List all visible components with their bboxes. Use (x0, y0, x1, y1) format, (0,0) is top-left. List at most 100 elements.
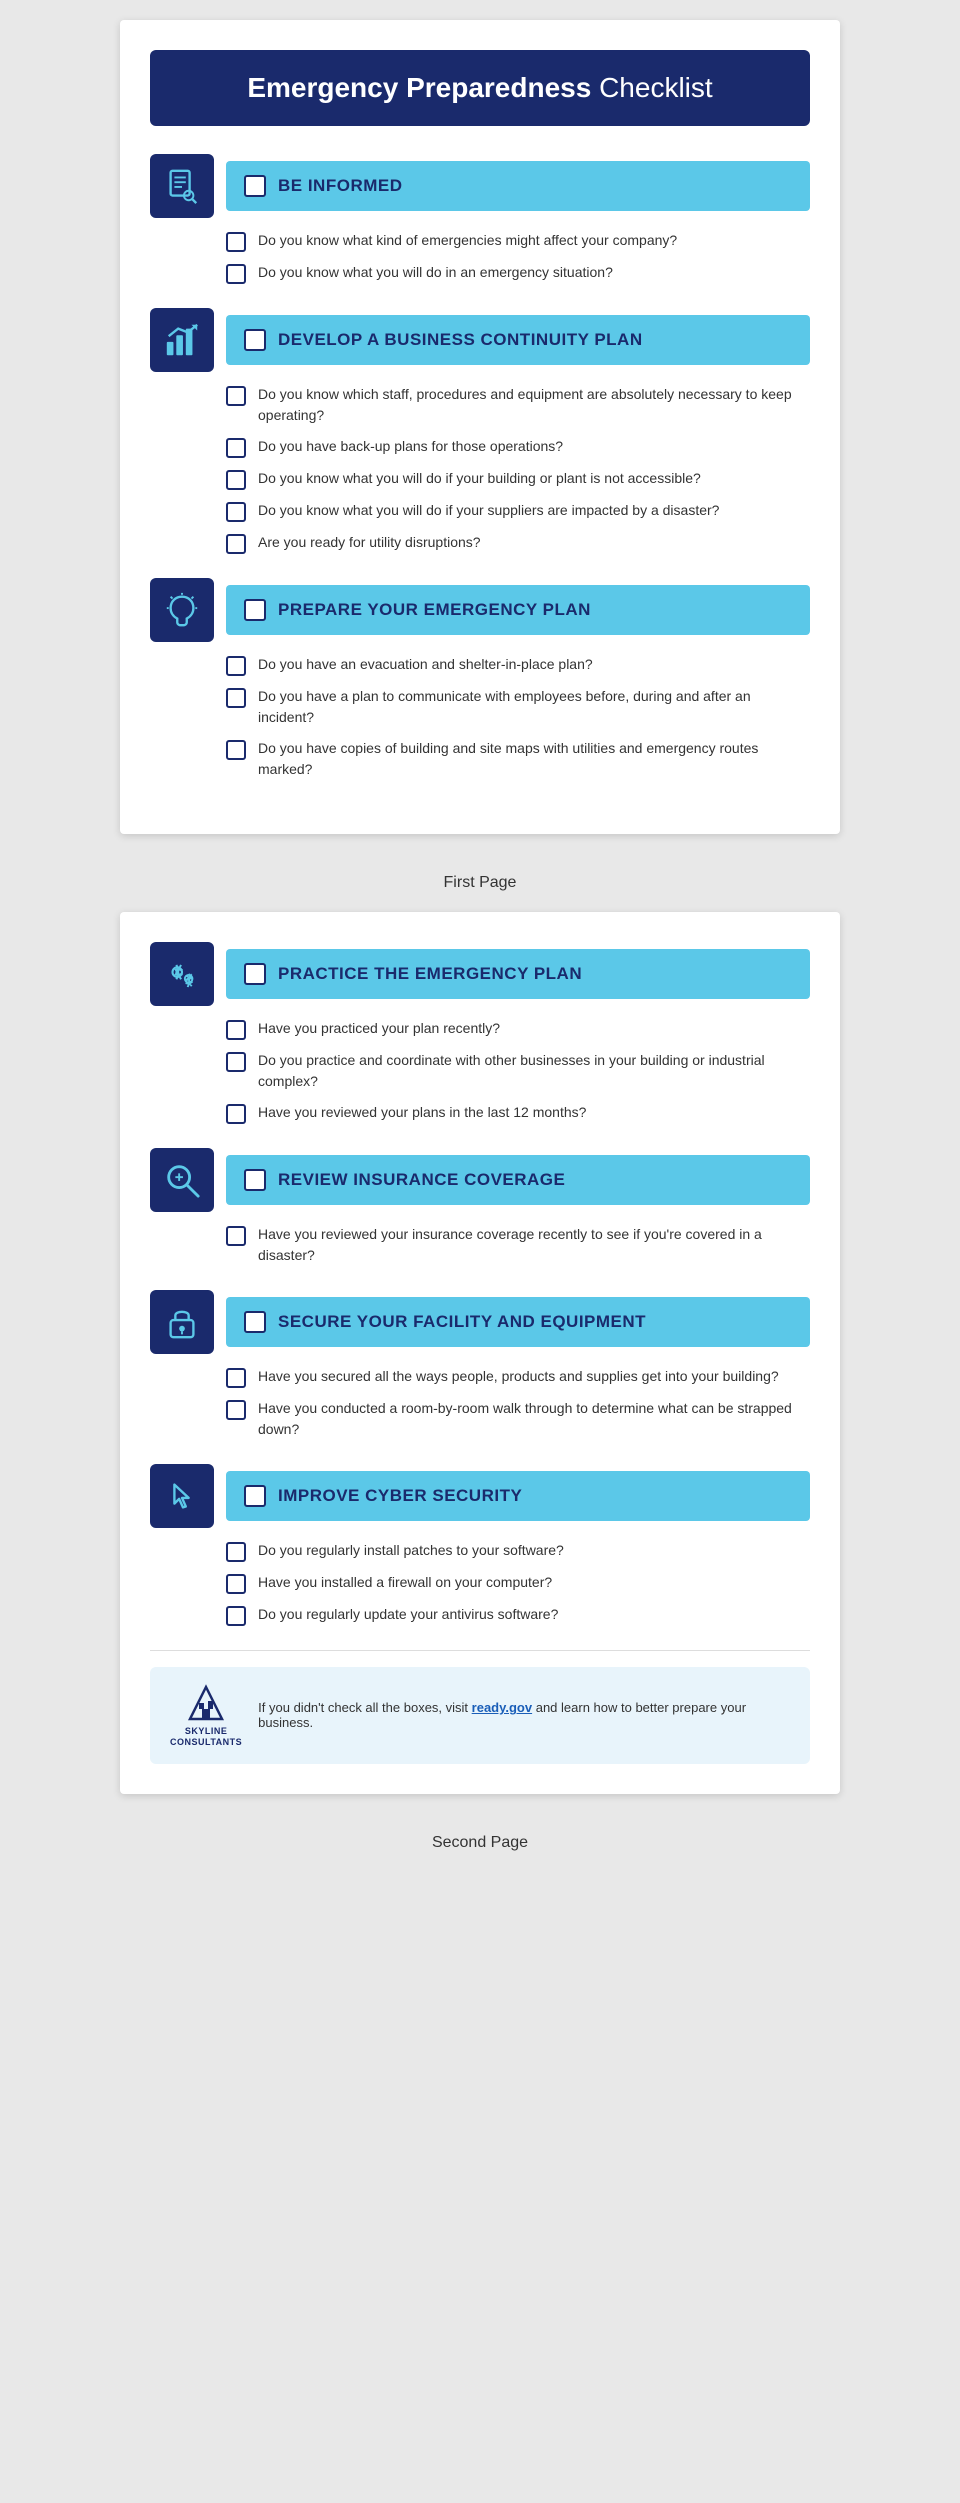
list-item: Are you ready for utility disruptions? (226, 532, 810, 554)
item-text: Have you reviewed your insurance coverag… (258, 1224, 810, 1266)
list-item: Do you know what you will do if your sup… (226, 500, 810, 522)
item-checkbox[interactable] (226, 1400, 246, 1420)
section-title-practice-plan: PRACTICE THE EMERGENCY PLAN (278, 964, 582, 984)
item-checkbox[interactable] (226, 386, 246, 406)
section-items-facility: Have you secured all the ways people, pr… (150, 1366, 810, 1440)
main-title: Emergency Preparedness Checklist (180, 72, 780, 104)
item-checkbox[interactable] (226, 1542, 246, 1562)
list-item: Have you conducted a room-by-room walk t… (226, 1398, 810, 1440)
section-title-bar: BE INFORMED (226, 161, 810, 211)
section-facility: SECURE YOUR FACILITY AND EQUIPMENT Have y… (150, 1290, 810, 1440)
item-text: Do you have an evacuation and shelter-in… (258, 654, 593, 675)
section-insurance: REVIEW INSURANCE COVERAGE Have you review… (150, 1148, 810, 1266)
section-checkbox-facility[interactable] (244, 1311, 266, 1333)
section-header: DEVELOP A BUSINESS CONTINUITY PLAN (150, 308, 810, 372)
item-checkbox[interactable] (226, 1020, 246, 1040)
document-search-icon (150, 154, 214, 218)
footer-text: If you didn't check all the boxes, visit… (258, 1700, 790, 1730)
item-checkbox[interactable] (226, 688, 246, 708)
list-item: Have you reviewed your plans in the last… (226, 1102, 810, 1124)
section-title-bar: REVIEW INSURANCE COVERAGE (226, 1155, 810, 1205)
item-checkbox[interactable] (226, 502, 246, 522)
list-item: Do you practice and coordinate with othe… (226, 1050, 810, 1092)
item-checkbox[interactable] (226, 1368, 246, 1388)
section-items: Do you know what kind of emergencies mig… (150, 230, 810, 284)
section-header-insurance: REVIEW INSURANCE COVERAGE (150, 1148, 810, 1212)
title-bold: Emergency Preparedness (247, 72, 591, 103)
footer-logo: SKYLINECONSULTANTS (170, 1683, 242, 1748)
section-be-informed: BE INFORMED Do you know what kind of emer… (150, 154, 810, 284)
item-checkbox[interactable] (226, 1104, 246, 1124)
item-text: Do you know which staff, procedures and … (258, 384, 810, 426)
item-text: Do you know what you will do in an emerg… (258, 262, 613, 283)
skyline-logo-icon (186, 1683, 226, 1723)
section-checkbox[interactable] (244, 599, 266, 621)
item-checkbox[interactable] (226, 470, 246, 490)
section-items-insurance: Have you reviewed your insurance coverag… (150, 1224, 810, 1266)
item-text: Have you practiced your plan recently? (258, 1018, 500, 1039)
section-title: DEVELOP A BUSINESS CONTINUITY PLAN (278, 330, 643, 350)
item-checkbox[interactable] (226, 264, 246, 284)
item-text: Do you have copies of building and site … (258, 738, 810, 780)
list-item: Do you have an evacuation and shelter-in… (226, 654, 810, 676)
item-checkbox[interactable] (226, 740, 246, 760)
section-emergency-plan: PREPARE YOUR EMERGENCY PLAN Do you have a… (150, 578, 810, 780)
section-title-cyber: IMPROVE CYBER SECURITY (278, 1486, 522, 1506)
search-icon (150, 1148, 214, 1212)
list-item: Do you regularly update your antivirus s… (226, 1604, 810, 1626)
footer: SKYLINECONSULTANTS If you didn't check al… (150, 1667, 810, 1764)
section-practice-plan: PRACTICE THE EMERGENCY PLAN Have you prac… (150, 942, 810, 1124)
section-title-insurance: REVIEW INSURANCE COVERAGE (278, 1170, 565, 1190)
item-text: Do you know what kind of emergencies mig… (258, 230, 677, 251)
list-item: Have you secured all the ways people, pr… (226, 1366, 810, 1388)
section-items-practice-plan: Have you practiced your plan recently? Do… (150, 1018, 810, 1124)
section-checkbox[interactable] (244, 329, 266, 351)
list-item: Do you know what kind of emergencies mig… (226, 230, 810, 252)
lightbulb-icon (150, 578, 214, 642)
title-normal: Checklist (591, 72, 712, 103)
list-item: Do you regularly install patches to your… (226, 1540, 810, 1562)
section-header: PREPARE YOUR EMERGENCY PLAN (150, 578, 810, 642)
list-item: Do you have copies of building and site … (226, 738, 810, 780)
list-item: Do you have back-up plans for those oper… (226, 436, 810, 458)
item-text: Do you have back-up plans for those oper… (258, 436, 563, 457)
list-item: Do you know what you will do if your bui… (226, 468, 810, 490)
item-text: Have you reviewed your plans in the last… (258, 1102, 586, 1123)
item-checkbox[interactable] (226, 438, 246, 458)
item-text: Do you know what you will do if your bui… (258, 468, 701, 489)
item-checkbox[interactable] (226, 1606, 246, 1626)
section-header-cyber: IMPROVE CYBER SECURITY (150, 1464, 810, 1528)
list-item: Do you know which staff, procedures and … (226, 384, 810, 426)
page: PRACTICE THE EMERGENCY PLAN Have you prac… (120, 912, 840, 1794)
section-checkbox-practice-plan[interactable] (244, 963, 266, 985)
section-checkbox-insurance[interactable] (244, 1169, 266, 1191)
section-items-cyber: Do you regularly install patches to your… (150, 1540, 810, 1626)
header-page: Emergency Preparedness Checklist BE INFO… (120, 20, 840, 834)
item-checkbox[interactable] (226, 656, 246, 676)
item-checkbox[interactable] (226, 1574, 246, 1594)
section-title-bar: DEVELOP A BUSINESS CONTINUITY PLAN (226, 315, 810, 365)
item-checkbox[interactable] (226, 1052, 246, 1072)
section-header-facility: SECURE YOUR FACILITY AND EQUIPMENT (150, 1290, 810, 1354)
section-checkbox-cyber[interactable] (244, 1485, 266, 1507)
section-cyber: IMPROVE CYBER SECURITY Do you regularly i… (150, 1464, 810, 1626)
item-checkbox[interactable] (226, 1226, 246, 1246)
list-item: Do you have a plan to communicate with e… (226, 686, 810, 728)
item-checkbox[interactable] (226, 534, 246, 554)
list-item: Do you know what you will do in an emerg… (226, 262, 810, 284)
lock-icon (150, 1290, 214, 1354)
section-title-facility: SECURE YOUR FACILITY AND EQUIPMENT (278, 1312, 646, 1332)
ready-gov-link[interactable]: ready.gov (472, 1700, 532, 1715)
item-checkbox[interactable] (226, 232, 246, 252)
item-text: Have you secured all the ways people, pr… (258, 1366, 779, 1387)
item-text: Do you regularly update your antivirus s… (258, 1604, 558, 1625)
item-text: Are you ready for utility disruptions? (258, 532, 481, 553)
item-text: Have you installed a firewall on your co… (258, 1572, 552, 1593)
section-title-bar: PREPARE YOUR EMERGENCY PLAN (226, 585, 810, 635)
item-text: Do you regularly install patches to your… (258, 1540, 564, 1561)
chart-arrow-icon (150, 308, 214, 372)
item-text: Do you have a plan to communicate with e… (258, 686, 810, 728)
section-checkbox[interactable] (244, 175, 266, 197)
item-text: Have you conducted a room-by-room walk t… (258, 1398, 810, 1440)
section-header: BE INFORMED (150, 154, 810, 218)
